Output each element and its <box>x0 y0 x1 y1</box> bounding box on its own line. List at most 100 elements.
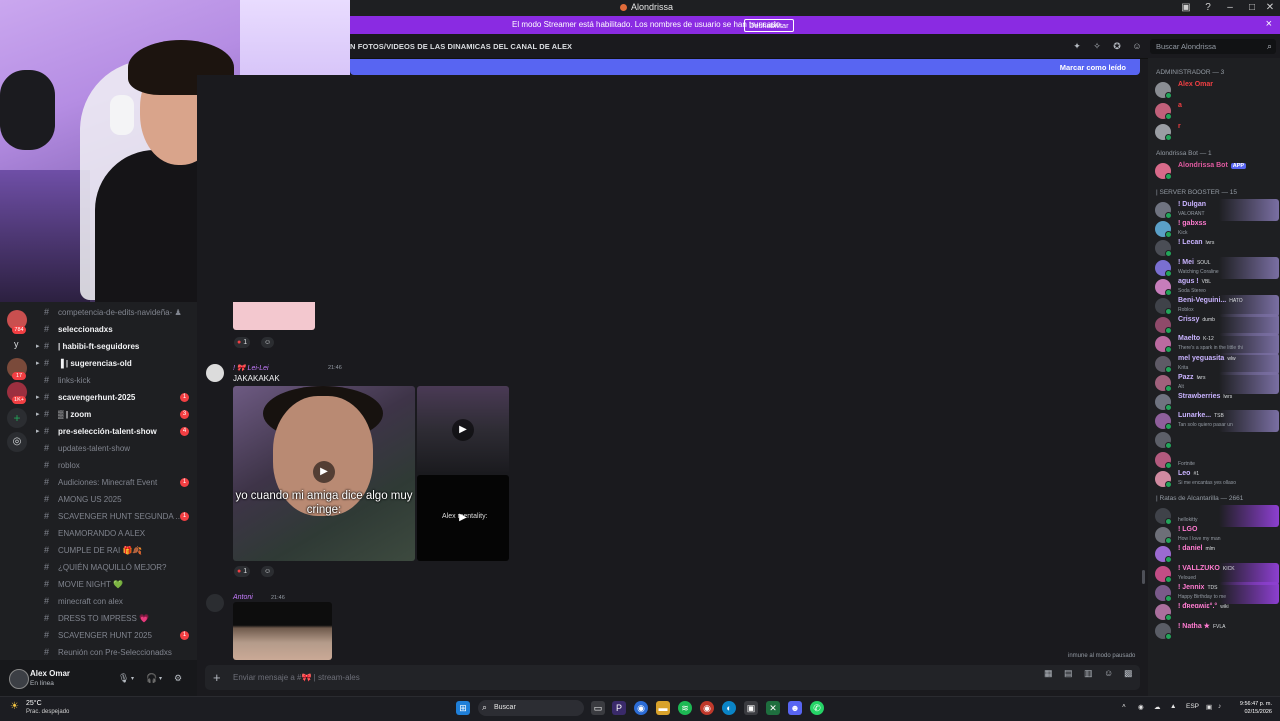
spotify-icon[interactable]: ≋ <box>678 701 692 715</box>
gift-icon[interactable]: ▦ <box>1044 668 1053 679</box>
volume-icon[interactable]: ♪ <box>1218 703 1221 710</box>
avatar[interactable] <box>1155 336 1172 354</box>
weather-condition[interactable]: Prac. despejado <box>26 709 69 715</box>
close-banner-icon[interactable]: × <box>1266 18 1272 30</box>
avatar[interactable] <box>1155 527 1172 545</box>
tray-app-icon[interactable]: ▲ <box>1170 703 1176 710</box>
tray-chevron-icon[interactable]: ˄ <box>1122 703 1126 710</box>
notification-bell-icon[interactable]: ✧ <box>1092 41 1102 51</box>
member-item[interactable]: r <box>1155 121 1279 143</box>
add-reaction-icon[interactable]: ☺ <box>261 566 275 577</box>
channel-item[interactable]: ▸ # | habibi-ft-seguidores <box>36 339 196 356</box>
channel-item[interactable]: # links-kick <box>44 373 196 390</box>
channel-item[interactable]: # seleccionadxs <box>44 322 196 339</box>
channel-item[interactable]: # ENAMORANDO A ALEX <box>44 526 196 543</box>
chevron-right-icon[interactable]: ▸ <box>36 359 40 367</box>
channel-item[interactable]: ▸ # pre-selección-talent-show 4 <box>36 424 196 441</box>
avatar[interactable] <box>1155 298 1172 315</box>
excel-icon[interactable]: ✕ <box>766 701 780 715</box>
avatar[interactable] <box>1155 124 1172 141</box>
search-input[interactable]: Buscar Alondrissa <box>1156 42 1216 51</box>
add-attachment-icon[interactable]: + <box>213 670 221 685</box>
chevron-right-icon[interactable]: ▸ <box>36 410 40 418</box>
message-author[interactable]: Antoni <box>233 594 253 601</box>
gif-icon[interactable]: ▤ <box>1064 668 1073 679</box>
explore-icon[interactable]: ◎ <box>7 432 27 452</box>
avatar[interactable] <box>1155 355 1172 373</box>
server-folder-letter[interactable]: y <box>14 339 19 349</box>
chevron-right-icon[interactable]: ▸ <box>36 393 40 401</box>
weather-temp[interactable]: 25°C <box>26 700 42 707</box>
discord-icon[interactable]: ☻ <box>788 701 802 715</box>
avatar[interactable] <box>1155 259 1172 277</box>
avatar[interactable] <box>1155 394 1172 411</box>
play-icon[interactable]: ▶ <box>452 419 474 441</box>
avatar[interactable] <box>206 364 224 382</box>
avatar[interactable] <box>1155 317 1172 335</box>
sticker-icon[interactable]: ▥ <box>1084 668 1093 679</box>
avatar[interactable] <box>1155 374 1172 392</box>
tray-app-icon[interactable]: ◉ <box>1138 703 1144 711</box>
avatar[interactable] <box>1155 604 1172 621</box>
message-author[interactable]: ! 🎀 Lei-Lei <box>233 364 269 372</box>
play-icon[interactable]: ▶ <box>452 507 474 529</box>
message-input[interactable]: Enviar mensaje a #🎀 | stream-ales <box>233 673 360 682</box>
channel-item[interactable]: # SCAVENGER HUNT SEGUNDA ... 1 <box>44 509 196 526</box>
whatsapp-icon[interactable]: ✆ <box>810 701 824 715</box>
channel-item[interactable]: ▸ # ▐ | sugerencias-old <box>36 356 196 373</box>
channel-item[interactable]: # AMONG US 2025 <box>44 492 196 509</box>
avatar[interactable] <box>1155 508 1172 525</box>
weather-icon[interactable]: ☀ <box>10 701 19 712</box>
avatar[interactable] <box>1155 584 1172 602</box>
maximize-button[interactable]: □ <box>1246 2 1258 14</box>
message-input-box[interactable]: + Enviar mensaje a #🎀 | stream-ales <box>205 665 1140 690</box>
channel-item[interactable]: # roblox <box>44 458 196 475</box>
member-item[interactable]: Alondrissa Bot APP <box>1155 160 1279 182</box>
edge-icon[interactable]: ◐ <box>722 701 736 715</box>
avatar[interactable] <box>206 594 224 612</box>
channel-item[interactable]: ▸ # ▒ | zoom 3 <box>36 407 196 424</box>
reaction-chip[interactable]: ● 1 <box>234 337 251 348</box>
language-indicator[interactable]: ESP <box>1186 703 1199 710</box>
apps-icon[interactable]: ▩ <box>1124 668 1133 679</box>
new-messages-bar[interactable]: Marcar como leído <box>350 59 1140 75</box>
avatar[interactable] <box>1155 546 1172 564</box>
channel-item[interactable]: # SCAVENGER HUNT 2025 1 <box>44 628 196 645</box>
add-reaction-icon[interactable]: ☺ <box>261 337 275 348</box>
channel-item[interactable]: # CUMPLE DE RAI 🎁🍂 <box>44 543 196 560</box>
browser-icon[interactable]: ◉ <box>700 701 714 715</box>
avatar[interactable] <box>1155 470 1172 488</box>
avatar[interactable] <box>1155 202 1172 219</box>
avatar[interactable] <box>1155 163 1172 180</box>
image-attachment[interactable] <box>233 302 315 330</box>
avatar[interactable] <box>1155 82 1172 99</box>
member-item[interactable]: Alex Omar <box>1155 79 1279 101</box>
channel-item[interactable]: ▸ # scavengerhunt-2025 1 <box>36 390 196 407</box>
avatar[interactable] <box>1155 451 1172 469</box>
help-icon[interactable]: ? <box>1202 2 1214 14</box>
avatar[interactable] <box>9 669 29 689</box>
channel-item[interactable]: # updates-talent-show <box>44 441 196 458</box>
chevron-down-icon[interactable]: ▾ <box>131 675 134 682</box>
avatar[interactable] <box>1155 413 1172 431</box>
minimize-button[interactable]: – <box>1224 2 1236 14</box>
pin-icon[interactable]: ✪ <box>1112 41 1122 51</box>
emoji-icon[interactable]: ☺ <box>1104 668 1113 678</box>
avatar[interactable] <box>1155 623 1172 641</box>
network-icon[interactable]: ▣ <box>1206 703 1212 711</box>
disable-streamer-mode-button[interactable]: Deshabilitar <box>744 19 794 32</box>
screen-share-icon[interactable]: ▣ <box>1180 2 1192 14</box>
avatar[interactable] <box>1155 221 1172 239</box>
member-item[interactable]: a <box>1155 100 1279 122</box>
scrollbar[interactable] <box>1142 570 1145 584</box>
video-attachment[interactable]: ▶ yo cuando mi amiga dice algo muy cring… <box>233 386 415 561</box>
avatar[interactable] <box>1155 565 1172 583</box>
video-attachment[interactable]: Alex mentality: ▶ <box>417 475 509 561</box>
avatar[interactable] <box>1155 432 1172 450</box>
start-icon[interactable]: ⊞ <box>456 701 470 715</box>
member-list-icon[interactable]: ☺ <box>1132 41 1142 51</box>
channel-item[interactable]: # minecraft con alex <box>44 594 196 611</box>
reaction-chip[interactable]: ● 1 <box>234 566 251 577</box>
taskbar-search[interactable]: ⌕ Buscar <box>478 700 584 716</box>
clock[interactable]: 9:56:47 p. m. 02/15/2026 <box>1232 700 1272 716</box>
